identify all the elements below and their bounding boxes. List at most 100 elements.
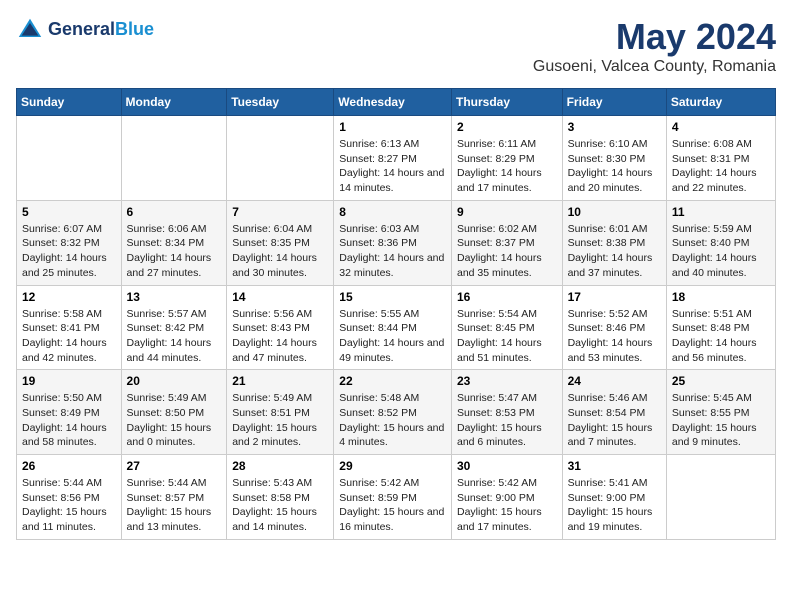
day-info: Sunrise: 5:45 AMSunset: 8:55 PMDaylight:…: [672, 391, 770, 450]
day-info: Sunrise: 5:56 AMSunset: 8:43 PMDaylight:…: [232, 307, 328, 366]
day-header-monday: Monday: [121, 89, 227, 116]
day-header-saturday: Saturday: [666, 89, 775, 116]
day-number: 12: [22, 290, 116, 304]
day-info: Sunrise: 6:04 AMSunset: 8:35 PMDaylight:…: [232, 222, 328, 281]
calendar-cell: 28 Sunrise: 5:43 AMSunset: 8:58 PMDayligh…: [227, 455, 334, 540]
day-number: 23: [457, 374, 557, 388]
day-number: 7: [232, 205, 328, 219]
calendar-cell: 19 Sunrise: 5:50 AMSunset: 8:49 PMDayligh…: [17, 370, 122, 455]
day-number: 8: [339, 205, 446, 219]
day-number: 22: [339, 374, 446, 388]
calendar-cell: 23 Sunrise: 5:47 AMSunset: 8:53 PMDayligh…: [451, 370, 562, 455]
calendar-cell: 10 Sunrise: 6:01 AMSunset: 8:38 PMDayligh…: [562, 200, 666, 285]
day-number: 2: [457, 120, 557, 134]
calendar-cell: 30Sunrise: 5:42 AMSunset: 9:00 PMDayligh…: [451, 455, 562, 540]
calendar-cell: [17, 116, 122, 201]
subtitle: Gusoeni, Valcea County, Romania: [533, 58, 776, 76]
day-info: Sunrise: 6:07 AMSunset: 8:32 PMDaylight:…: [22, 222, 116, 281]
calendar-cell: 14 Sunrise: 5:56 AMSunset: 8:43 PMDayligh…: [227, 285, 334, 370]
day-number: 19: [22, 374, 116, 388]
calendar-cell: 11 Sunrise: 5:59 AMSunset: 8:40 PMDayligh…: [666, 200, 775, 285]
day-info: Sunrise: 5:46 AMSunset: 8:54 PMDaylight:…: [568, 391, 661, 450]
day-info: Sunrise: 5:48 AMSunset: 8:52 PMDaylight:…: [339, 391, 446, 450]
calendar-cell: 20 Sunrise: 5:49 AMSunset: 8:50 PMDayligh…: [121, 370, 227, 455]
calendar-cell: 15 Sunrise: 5:55 AMSunset: 8:44 PMDayligh…: [334, 285, 452, 370]
day-number: 4: [672, 120, 770, 134]
day-info: Sunrise: 5:50 AMSunset: 8:49 PMDaylight:…: [22, 391, 116, 450]
calendar-cell: 31 Sunrise: 5:41 AMSunset: 9:00 PMDayligh…: [562, 455, 666, 540]
day-header-tuesday: Tuesday: [227, 89, 334, 116]
calendar-cell: 5 Sunrise: 6:07 AMSunset: 8:32 PMDaylight…: [17, 200, 122, 285]
day-info: Sunrise: 5:59 AMSunset: 8:40 PMDaylight:…: [672, 222, 770, 281]
day-number: 26: [22, 459, 116, 473]
calendar-cell: 25 Sunrise: 5:45 AMSunset: 8:55 PMDayligh…: [666, 370, 775, 455]
logo: GeneralBlue: [16, 16, 154, 44]
day-number: 13: [127, 290, 222, 304]
day-number: 17: [568, 290, 661, 304]
day-info: Sunrise: 5:47 AMSunset: 8:53 PMDaylight:…: [457, 391, 557, 450]
day-header-sunday: Sunday: [17, 89, 122, 116]
day-info: Sunrise: 5:55 AMSunset: 8:44 PMDaylight:…: [339, 307, 446, 366]
calendar-cell: [666, 455, 775, 540]
day-header-thursday: Thursday: [451, 89, 562, 116]
day-info: Sunrise: 5:42 AMSunset: 8:59 PMDaylight:…: [339, 476, 446, 535]
day-number: 6: [127, 205, 222, 219]
calendar-cell: 22 Sunrise: 5:48 AMSunset: 8:52 PMDayligh…: [334, 370, 452, 455]
calendar-cell: 3 Sunrise: 6:10 AMSunset: 8:30 PMDaylight…: [562, 116, 666, 201]
calendar-cell: 18 Sunrise: 5:51 AMSunset: 8:48 PMDayligh…: [666, 285, 775, 370]
day-info: Sunrise: 5:41 AMSunset: 9:00 PMDaylight:…: [568, 476, 661, 535]
day-number: 31: [568, 459, 661, 473]
calendar-cell: 27Sunrise: 5:44 AMSunset: 8:57 PMDayligh…: [121, 455, 227, 540]
calendar-cell: [121, 116, 227, 201]
calendar-cell: 13 Sunrise: 5:57 AMSunset: 8:42 PMDayligh…: [121, 285, 227, 370]
day-info: Sunrise: 5:43 AMSunset: 8:58 PMDaylight:…: [232, 476, 328, 535]
calendar-cell: 26 Sunrise: 5:44 AMSunset: 8:56 PMDayligh…: [17, 455, 122, 540]
day-number: 15: [339, 290, 446, 304]
calendar-table: SundayMondayTuesdayWednesdayThursdayFrid…: [16, 88, 776, 540]
day-number: 16: [457, 290, 557, 304]
day-header-friday: Friday: [562, 89, 666, 116]
logo-text: GeneralBlue: [48, 20, 154, 40]
day-info: Sunrise: 6:03 AMSunset: 8:36 PMDaylight:…: [339, 222, 446, 281]
calendar-cell: 7 Sunrise: 6:04 AMSunset: 8:35 PMDaylight…: [227, 200, 334, 285]
day-header-wednesday: Wednesday: [334, 89, 452, 116]
day-info: Sunrise: 5:57 AMSunset: 8:42 PMDaylight:…: [127, 307, 222, 366]
day-number: 1: [339, 120, 446, 134]
day-number: 3: [568, 120, 661, 134]
day-info: Sunrise: 5:44 AMSunset: 8:56 PMDaylight:…: [22, 476, 116, 535]
logo-icon: [16, 16, 44, 44]
day-number: 10: [568, 205, 661, 219]
calendar-cell: 16 Sunrise: 5:54 AMSunset: 8:45 PMDayligh…: [451, 285, 562, 370]
day-info: Sunrise: 5:49 AMSunset: 8:51 PMDaylight:…: [232, 391, 328, 450]
day-info: Sunrise: 5:49 AMSunset: 8:50 PMDaylight:…: [127, 391, 222, 450]
calendar-cell: [227, 116, 334, 201]
day-info: Sunrise: 6:01 AMSunset: 8:38 PMDaylight:…: [568, 222, 661, 281]
day-number: 5: [22, 205, 116, 219]
day-info: Sunrise: 6:08 AMSunset: 8:31 PMDaylight:…: [672, 137, 770, 196]
day-info: Sunrise: 5:44 AMSunset: 8:57 PMDaylight:…: [127, 476, 222, 535]
calendar-cell: 9Sunrise: 6:02 AMSunset: 8:37 PMDaylight…: [451, 200, 562, 285]
day-info: Sunrise: 5:51 AMSunset: 8:48 PMDaylight:…: [672, 307, 770, 366]
day-number: 11: [672, 205, 770, 219]
day-info: Sunrise: 5:54 AMSunset: 8:45 PMDaylight:…: [457, 307, 557, 366]
calendar-cell: 29 Sunrise: 5:42 AMSunset: 8:59 PMDayligh…: [334, 455, 452, 540]
day-number: 24: [568, 374, 661, 388]
day-number: 21: [232, 374, 328, 388]
day-number: 20: [127, 374, 222, 388]
calendar-cell: 17 Sunrise: 5:52 AMSunset: 8:46 PMDayligh…: [562, 285, 666, 370]
day-number: 14: [232, 290, 328, 304]
day-info: Sunrise: 5:52 AMSunset: 8:46 PMDaylight:…: [568, 307, 661, 366]
calendar-cell: 8 Sunrise: 6:03 AMSunset: 8:36 PMDaylight…: [334, 200, 452, 285]
day-info: Sunrise: 5:42 AMSunset: 9:00 PMDaylight:…: [457, 476, 557, 535]
day-number: 18: [672, 290, 770, 304]
day-number: 28: [232, 459, 328, 473]
day-number: 9: [457, 205, 557, 219]
calendar-cell: 21 Sunrise: 5:49 AMSunset: 8:51 PMDayligh…: [227, 370, 334, 455]
day-info: Sunrise: 6:10 AMSunset: 8:30 PMDaylight:…: [568, 137, 661, 196]
day-info: Sunrise: 6:13 AMSunset: 8:27 PMDaylight:…: [339, 137, 446, 196]
day-number: 25: [672, 374, 770, 388]
title-block: May 2024 Gusoeni, Valcea County, Romania: [533, 16, 776, 76]
day-number: 29: [339, 459, 446, 473]
calendar-cell: 6 Sunrise: 6:06 AMSunset: 8:34 PMDaylight…: [121, 200, 227, 285]
day-info: Sunrise: 6:06 AMSunset: 8:34 PMDaylight:…: [127, 222, 222, 281]
